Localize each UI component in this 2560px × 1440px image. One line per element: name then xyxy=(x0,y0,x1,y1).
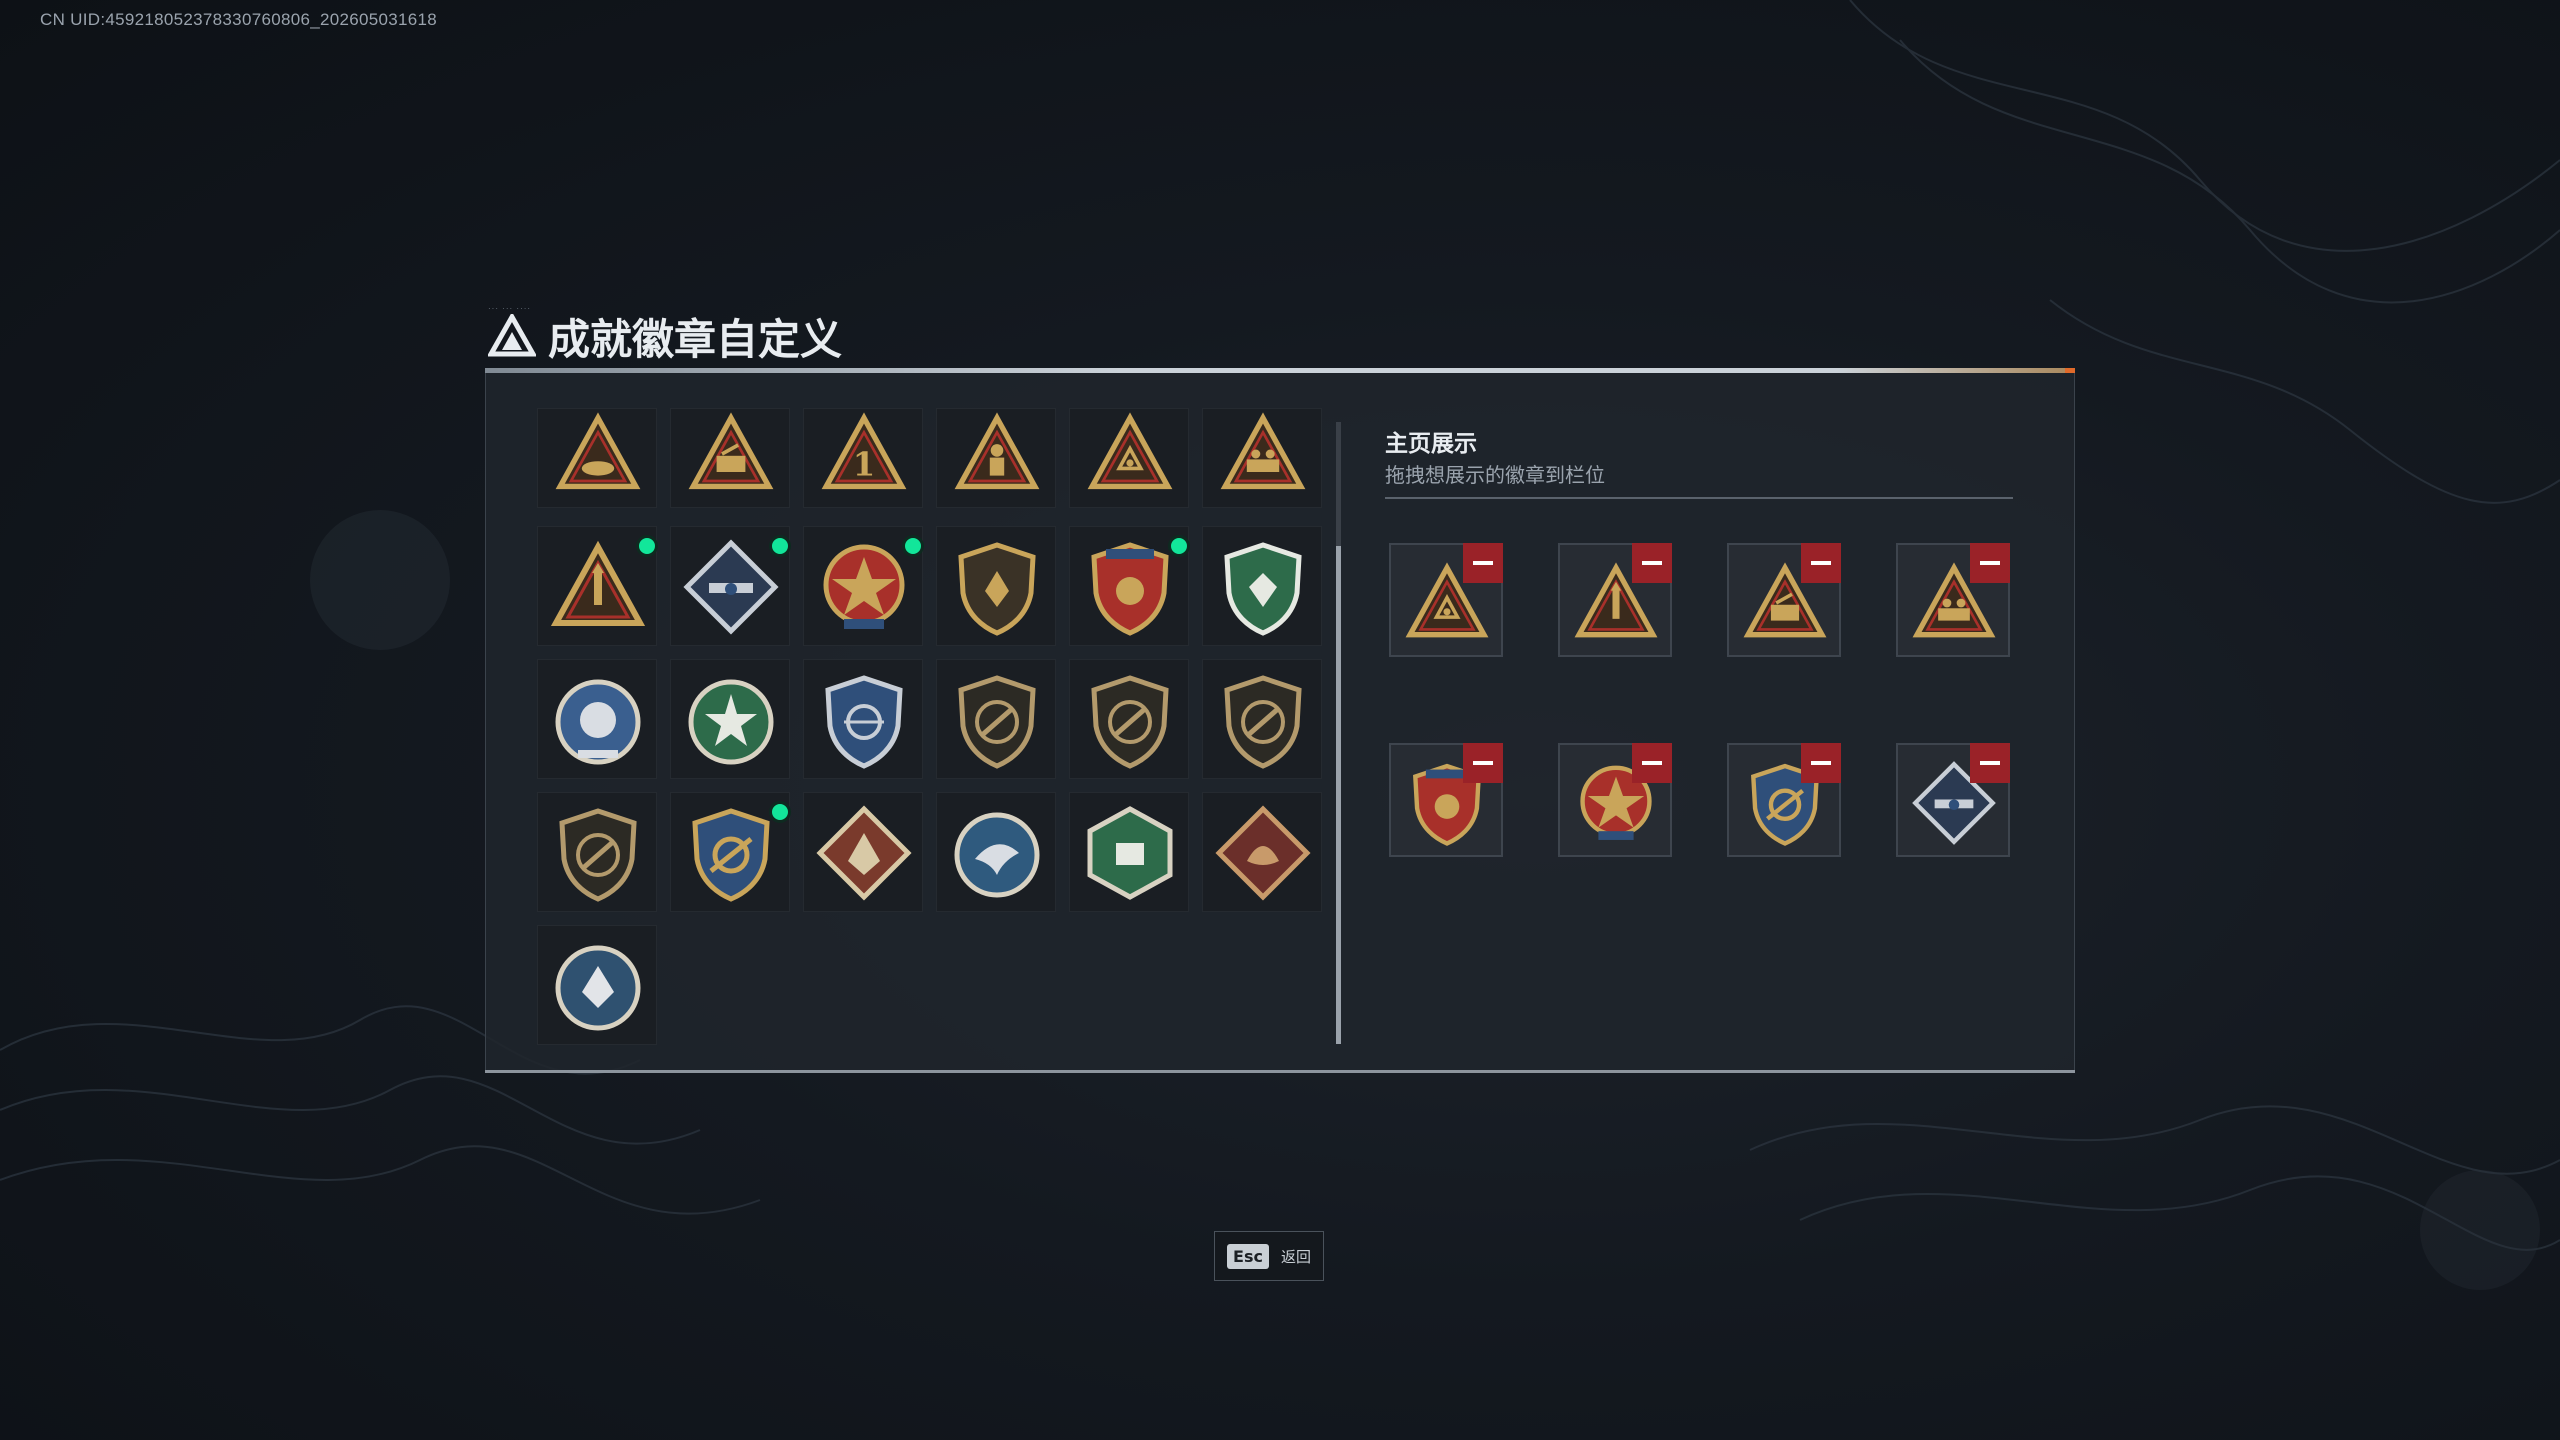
delta-logo-icon xyxy=(488,314,536,357)
badge-slot[interactable] xyxy=(1202,408,1322,508)
hex-engineer-badge-icon xyxy=(1087,806,1173,900)
blue-lion-badge-icon xyxy=(555,679,641,765)
remove-badge-button[interactable] xyxy=(1801,743,1841,783)
badge-slot[interactable] xyxy=(803,659,923,779)
badge-slot[interactable] xyxy=(936,408,1056,508)
badge-slot[interactable] xyxy=(1202,659,1322,779)
green-crest-badge-icon xyxy=(1224,542,1302,636)
triangle-rocket-badge-icon xyxy=(550,540,646,626)
badge-slot[interactable] xyxy=(1069,792,1189,912)
badge-slot[interactable] xyxy=(936,526,1056,646)
badge-slot[interactable] xyxy=(670,792,791,912)
new-badge-indicator xyxy=(1168,535,1190,557)
showcase-slot[interactable] xyxy=(1896,743,2010,857)
remove-badge-button[interactable] xyxy=(1632,743,1672,783)
badge-slot[interactable] xyxy=(670,526,791,646)
crest-stars-badge-icon xyxy=(1091,542,1169,636)
round-wolf-badge-icon xyxy=(555,945,641,1031)
badge-slot[interactable] xyxy=(537,526,658,646)
badge-slot[interactable] xyxy=(803,792,923,912)
green-burst-badge-icon xyxy=(688,679,774,765)
back-label: 返回 xyxy=(1280,1247,1311,1266)
star-medal-badge-icon xyxy=(823,544,905,629)
new-badge-indicator xyxy=(636,535,658,557)
showcase-slot[interactable] xyxy=(1727,543,1841,657)
badge-slot[interactable] xyxy=(936,659,1056,779)
remove-badge-button[interactable] xyxy=(1801,543,1841,583)
svg-text:1: 1 xyxy=(853,446,876,484)
esc-key-hint: Esc xyxy=(1227,1243,1269,1269)
triangle-number-one-badge-icon: 1 xyxy=(821,412,907,490)
new-badge-indicator xyxy=(769,535,791,557)
new-badge-indicator xyxy=(902,535,924,557)
gold-shield-crosshair-badge-icon xyxy=(692,808,770,902)
remove-badge-button[interactable] xyxy=(1463,543,1503,583)
triangle-bowl-badge-icon xyxy=(555,412,641,490)
new-badge-indicator xyxy=(769,801,791,823)
round-eagle-badge-icon xyxy=(954,812,1040,898)
bronze-shield-knife-badge-icon xyxy=(1091,675,1169,769)
showcase-divider xyxy=(1385,497,2013,499)
user-uid: CN UID:459218052378330760806_20260503161… xyxy=(40,10,438,29)
badge-slot[interactable] xyxy=(1069,408,1189,508)
page-title: 成就徽章自定义 xyxy=(548,314,843,364)
showcase-slot[interactable] xyxy=(1727,743,1841,857)
triangle-soldier-badge-icon xyxy=(954,412,1040,490)
badge-slot[interactable] xyxy=(936,792,1056,912)
badge-slot[interactable] xyxy=(803,526,924,646)
remove-badge-button[interactable] xyxy=(1970,543,2010,583)
badge-slot[interactable] xyxy=(537,925,657,1045)
remove-badge-button[interactable] xyxy=(1970,743,2010,783)
shield-wings-badge-icon xyxy=(958,542,1036,636)
badge-slot[interactable] xyxy=(670,659,790,779)
remove-badge-button[interactable] xyxy=(1463,743,1503,783)
showcase-slot[interactable] xyxy=(1389,543,1503,657)
showcase-subtitle: 拖拽想展示的徽章到栏位 xyxy=(1385,463,1605,487)
triangle-soldiers-badge-icon xyxy=(688,412,774,490)
triangle-emblem-badge-icon xyxy=(1087,412,1173,490)
showcase-slot[interactable] xyxy=(1558,743,1672,857)
bronze-shield-rifle-badge-icon xyxy=(958,675,1036,769)
back-button[interactable]: Esc 返回 xyxy=(1214,1231,1324,1281)
badge-slot[interactable] xyxy=(537,408,657,508)
badge-slot[interactable] xyxy=(670,408,790,508)
panel-bottom-border xyxy=(485,1070,2075,1073)
bronze-shield-smg-badge-icon xyxy=(1224,675,1302,769)
page-header: 成就徽章自定义 xyxy=(488,306,842,366)
blue-crosshair-badge-icon xyxy=(825,675,903,769)
diamond-launcher-badge-icon xyxy=(683,539,779,635)
triangle-squad-badge-icon xyxy=(1220,412,1306,490)
badge-slot[interactable]: 1 xyxy=(803,408,923,508)
badge-slot[interactable] xyxy=(1069,659,1189,779)
badge-slot[interactable] xyxy=(537,659,657,779)
diamond-dragon-badge-icon xyxy=(1215,805,1311,901)
showcase-slot[interactable] xyxy=(1896,543,2010,657)
inventory-scrollbar-thumb[interactable] xyxy=(1336,546,1341,1044)
badge-slot[interactable] xyxy=(1202,526,1322,646)
badge-slot[interactable] xyxy=(537,792,657,912)
badge-slot[interactable] xyxy=(1202,792,1322,912)
showcase-slot[interactable] xyxy=(1389,743,1503,857)
remove-badge-button[interactable] xyxy=(1632,543,1672,583)
badge-slot[interactable] xyxy=(1069,526,1190,646)
bronze-shield-sniper-badge-icon xyxy=(559,808,637,902)
showcase-slot[interactable] xyxy=(1558,543,1672,657)
showcase-title: 主页展示 xyxy=(1385,431,1477,457)
diamond-wolf-badge-icon xyxy=(816,805,912,901)
